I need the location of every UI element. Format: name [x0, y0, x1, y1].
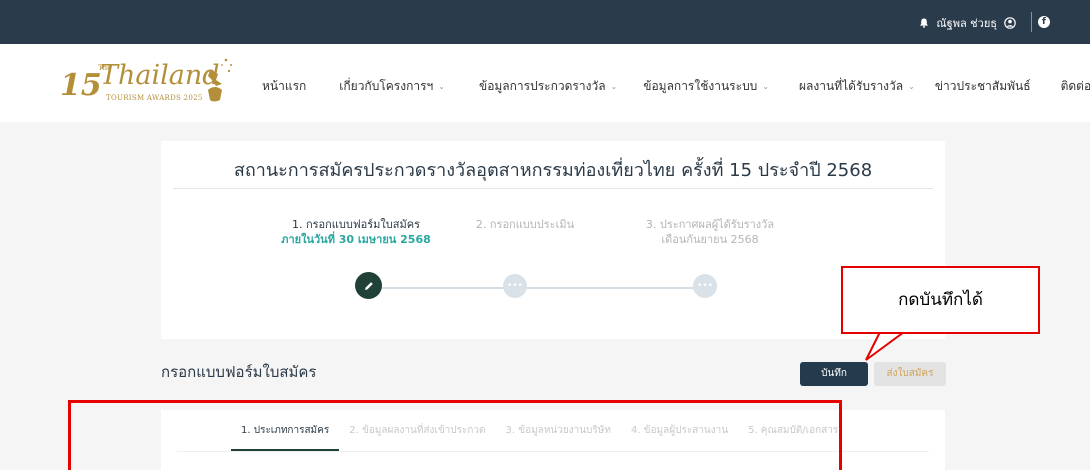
step-1-title: 1. กรอกแบบฟอร์มใบสมัคร — [291, 218, 421, 231]
annotation-highlight-box — [68, 400, 842, 470]
nav-item-6[interactable]: ข่าวประชาสัมพันธ์ — [935, 77, 1031, 96]
thailand-tourism-awards-logo[interactable]: 15 The Thailand TOURISM AWARDS 2025 — [60, 54, 235, 114]
nav-item-label: ข้อมูลการใช้งานระบบ — [643, 79, 758, 93]
step-2-marker: ••• — [503, 274, 527, 298]
nav-item-label: ข่าวประชาสัมพันธ์ — [934, 79, 1031, 93]
logo-number: 15 — [60, 68, 102, 103]
card-divider — [173, 188, 933, 189]
progress-track — [368, 287, 711, 289]
nav-item-2[interactable]: เกี่ยวกับโครงการฯ ⌄ — [339, 77, 445, 96]
user-menu[interactable]: ณัฐพล ช่วยธุ — [919, 14, 1016, 32]
step-3-marker: ••• — [693, 274, 717, 298]
topbar-divider — [1031, 12, 1032, 32]
step-1-marker — [355, 272, 382, 299]
nav-item-3[interactable]: ข้อมูลการประกวดรางวัล ⌄ — [479, 77, 617, 96]
chevron-down-icon: ⌄ — [610, 82, 618, 91]
nav-item-label: เกี่ยวกับโครงการฯ — [339, 79, 434, 93]
step-3-label: 3. ประกาศผลผู้ได้รับรางวัล เดือนกันยายน … — [620, 217, 800, 247]
main-menu: หน้าแรก เกี่ยวกับโครงการฯ ⌄ ข้อมูลการประกวด… — [262, 77, 1090, 96]
username[interactable]: ณัฐพล ช่วยธุ — [936, 14, 997, 32]
step-3-dots-icon: ••• — [697, 281, 713, 291]
facebook-icon[interactable]: f — [1038, 16, 1050, 28]
logo-subtitle: TOURISM AWARDS 2025 — [106, 94, 203, 102]
save-button[interactable]: บันทึก — [800, 362, 868, 386]
chevron-down-icon: ⌄ — [438, 82, 445, 91]
nav-item-label: ข้อมูลการประกวดรางวัล — [478, 79, 606, 93]
nav-item-5[interactable]: ผลงานที่ได้รับรางวัล ⌄ — [799, 77, 915, 96]
step-2-title: 2. กรอกแบบประเมิน — [475, 218, 575, 231]
top-bar: ณัฐพล ช่วยธุ f — [0, 0, 1090, 44]
chevron-down-icon: ⌄ — [908, 82, 915, 91]
nav-item-label: ติดต่อเรา — [1060, 79, 1090, 93]
main-navbar: 15 The Thailand TOURISM AWARDS 2025 หน้า… — [0, 44, 1090, 122]
pencil-icon — [364, 281, 373, 290]
nav-item-4[interactable]: ข้อมูลการใช้งานระบบ ⌄ — [643, 77, 769, 96]
submit-application-button[interactable]: ส่งใบสมัคร — [874, 362, 946, 386]
nav-item-label: ผลงานที่ได้รับรางวัล — [799, 79, 904, 93]
step-1-deadline: ภายในวันที่ 30 เมษายน 2568 — [281, 233, 431, 246]
annotation-callout: กดบันทึกได้ — [841, 266, 1040, 334]
step-3-deadline: เดือนกันยายน 2568 — [661, 233, 759, 246]
nav-item-7[interactable]: ติดต่อเรา — [1061, 77, 1090, 96]
nav-item-1[interactable]: หน้าแรก — [262, 77, 306, 96]
chevron-down-icon: ⌄ — [762, 82, 770, 91]
step-1-label: 1. กรอกแบบฟอร์มใบสมัคร ภายในวันที่ 30 เม… — [266, 217, 446, 247]
step-2-dots-icon: ••• — [507, 281, 523, 291]
step-2-label: 2. กรอกแบบประเมิน — [460, 217, 590, 232]
logo-figure-icon — [208, 58, 232, 102]
form-section-title: กรอกแบบฟอร์มใบสมัคร — [161, 363, 317, 381]
nav-item-label: หน้าแรก — [262, 79, 307, 93]
bell-icon[interactable] — [919, 18, 929, 28]
status-title: สถานะการสมัครประกวดรางวัลอุตสาหกรรมท่องเ… — [233, 160, 873, 181]
user-circle-icon[interactable] — [1004, 17, 1016, 29]
step-3-title: 3. ประกาศผลผู้ได้รับรางวัล — [645, 218, 775, 231]
